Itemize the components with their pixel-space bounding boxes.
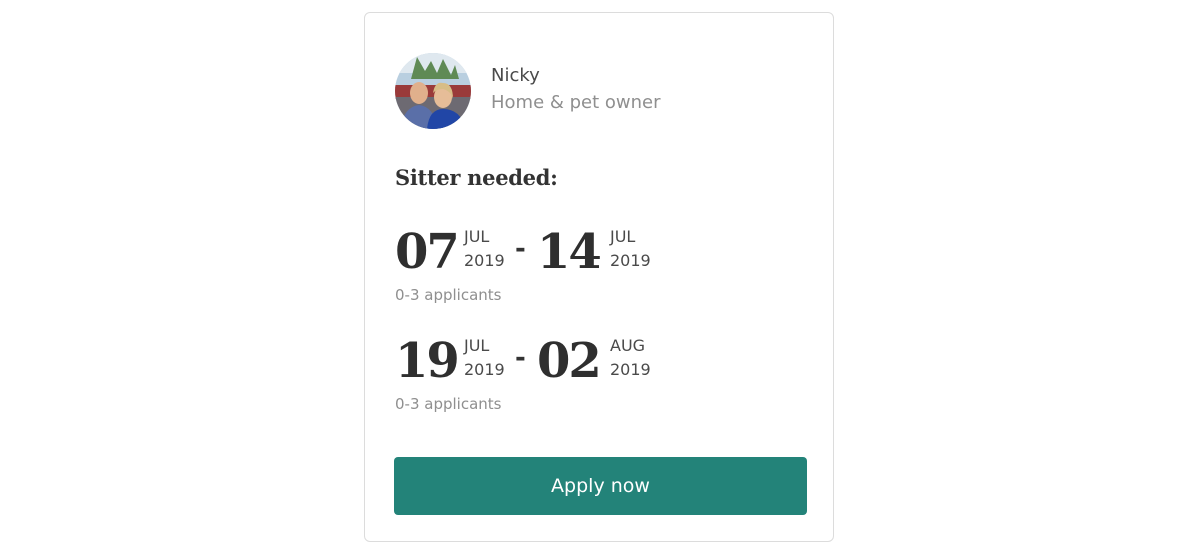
start-day: 07 <box>395 224 460 280</box>
date-separator: - <box>515 234 526 264</box>
sitter-needed-heading: Sitter needed: <box>395 165 558 190</box>
start-month: JUL <box>464 227 490 246</box>
end-year: 2019 <box>610 360 651 379</box>
apply-now-button[interactable]: Apply now <box>394 457 807 515</box>
date-separator: - <box>515 343 526 373</box>
end-year: 2019 <box>610 251 651 270</box>
start-year: 2019 <box>464 360 505 379</box>
owner-role: Home & pet owner <box>491 91 661 113</box>
end-day: 14 <box>537 224 602 280</box>
end-month: JUL <box>610 227 636 246</box>
owner-avatar[interactable] <box>395 53 471 129</box>
start-month: JUL <box>464 336 490 355</box>
date-range: 19 JUL 2019 - 02 AUG 2019 <box>395 333 695 393</box>
owner-text: Nicky Home & pet owner <box>491 63 661 117</box>
end-day: 02 <box>537 333 602 389</box>
avatar-photo <box>395 53 471 129</box>
date-range: 07 JUL 2019 - 14 JUL 2019 <box>395 224 695 284</box>
end-month: AUG <box>610 336 646 355</box>
owner-profile: Nicky Home & pet owner <box>395 53 661 129</box>
applicants-count: 0-3 applicants <box>395 286 502 304</box>
owner-name[interactable]: Nicky <box>491 63 661 89</box>
start-day: 19 <box>395 333 460 389</box>
start-year: 2019 <box>464 251 505 270</box>
listing-card: Nicky Home & pet owner Sitter needed: 07… <box>364 12 834 542</box>
applicants-count: 0-3 applicants <box>395 395 502 413</box>
